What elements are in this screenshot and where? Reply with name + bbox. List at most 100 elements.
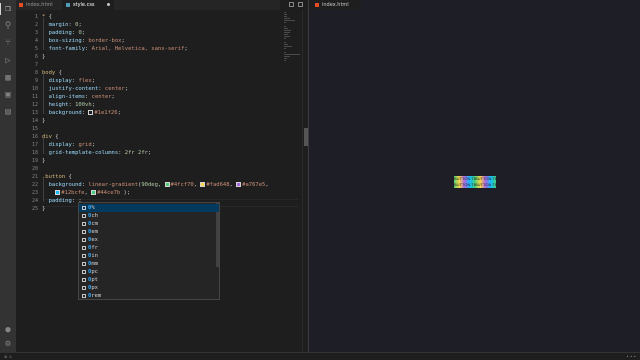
line-number: 5: [34, 46, 38, 52]
preview-button[interactable]: BUTTON TEXT: [475, 182, 496, 188]
line-number: 11: [31, 94, 38, 100]
suggest-item[interactable]: 0em: [79, 228, 219, 236]
color-swatch-icon[interactable]: [55, 190, 61, 195]
color-swatch-icon[interactable]: [236, 182, 242, 187]
suggest-item-label: 0pc: [88, 269, 98, 275]
color-swatch-icon[interactable]: [164, 182, 170, 187]
color-swatch-icon[interactable]: [88, 110, 94, 115]
code-line[interactable]: align-items: center;: [42, 93, 115, 101]
minimap-line: [284, 32, 290, 33]
unsaved-dot-icon[interactable]: [106, 3, 110, 6]
suggest-item[interactable]: 0fr: [79, 244, 219, 252]
code-line[interactable]: body {: [42, 69, 62, 77]
code-token: {: [58, 70, 62, 76]
split-editor-icon[interactable]: [298, 2, 303, 7]
code-token: background: [42, 182, 82, 188]
suggest-widget[interactable]: 0% 0ch 0cm 0em 0ex 0fr 0in 0mm 0pc 0pt 0px 0rem: [78, 202, 220, 300]
tab-style-css[interactable]: style.css: [62, 0, 114, 10]
line-number: 21: [31, 174, 38, 180]
suggest-item[interactable]: 0pt: [79, 276, 219, 284]
line-number: 4: [34, 38, 38, 44]
code-line[interactable]: #12bcfe, #44ce7b );: [42, 189, 130, 197]
minimap-line: [284, 14, 287, 15]
code-line[interactable]: box-sizing: border-box;: [42, 37, 125, 45]
line-number: 13: [31, 110, 38, 116]
testing-icon[interactable]: ▤: [3, 107, 13, 117]
remote-explorer-icon[interactable]: ▣: [3, 90, 13, 100]
color-swatch-icon[interactable]: [91, 190, 97, 195]
run-debug-icon[interactable]: ▷: [3, 56, 13, 66]
unit-value-icon: [82, 230, 86, 234]
code-line[interactable]: padding: ;: [42, 197, 82, 205]
suggest-item[interactable]: 0mm: [79, 260, 219, 268]
suggest-item[interactable]: 0px: [79, 284, 219, 292]
source-control-icon[interactable]: ⑂: [3, 38, 13, 48]
code-token: flex: [78, 78, 92, 84]
code-token: :: [81, 110, 89, 116]
code-editor[interactable]: 1 2 3 4 5 6 7 8 9 10 11 12 13 14 15 16 17 18 19 20 21 22 23 24 2…: [16, 10, 308, 352]
code-line[interactable]: * {: [42, 13, 52, 21]
line-number: 12: [31, 102, 38, 108]
minimap-line: [284, 26, 286, 27]
html-file-icon: [19, 2, 23, 7]
files-icon[interactable]: ❐: [3, 4, 13, 14]
code-line[interactable]: }: [42, 205, 45, 213]
code-line[interactable]: }: [42, 157, 45, 165]
code-token: ;: [91, 142, 95, 148]
line-number: 23: [31, 190, 38, 196]
search-icon[interactable]: ⚲: [3, 21, 13, 31]
extensions-icon[interactable]: ▦: [3, 73, 13, 83]
line-number: 2: [34, 22, 38, 28]
code-line[interactable]: }: [42, 53, 45, 61]
line-number: 3: [34, 30, 38, 36]
code-token: :: [85, 46, 92, 52]
tab-preview-index-html[interactable]: index.html: [309, 0, 361, 10]
code-token: ;: [121, 38, 125, 44]
code-line[interactable]: height: 100vh;: [42, 101, 95, 109]
suggest-item[interactable]: 0in: [79, 252, 219, 260]
minimap-line: [284, 46, 292, 47]
line-number: 15: [31, 126, 38, 132]
css-file-icon: [66, 2, 70, 7]
code-line[interactable]: display: grid;: [42, 141, 95, 149]
code-token: margin: [42, 22, 69, 28]
tab-index-html[interactable]: index.html: [19, 0, 59, 10]
code-token: display: [42, 142, 72, 148]
code-line[interactable]: display: flex;: [42, 77, 95, 85]
html-file-icon: [315, 2, 319, 7]
code-line[interactable]: .button {: [42, 173, 72, 181]
code-token: ;: [81, 30, 86, 36]
settings-gear-icon[interactable]: ⚙: [3, 339, 13, 349]
suggest-item[interactable]: 0cm: [79, 220, 219, 228]
suggest-item[interactable]: 0pc: [79, 268, 219, 276]
code-token: ,: [84, 190, 92, 196]
code-line[interactable]: }: [42, 117, 45, 125]
code-line[interactable]: background: linear-gradient(90deg, #4fcf…: [42, 181, 269, 189]
code-line[interactable]: padding: 0;: [42, 29, 85, 37]
code-line[interactable]: font-family: Arial, Helvetica, sans-seri…: [42, 45, 188, 53]
suggest-item-label: 0%: [88, 205, 95, 211]
suggest-item-label: 0pt: [88, 277, 98, 283]
line-number: 8: [34, 70, 38, 76]
code-token: ,: [157, 182, 165, 188]
suggest-item[interactable]: 0ex: [79, 236, 219, 244]
problems-indicator[interactable]: ⊗ ⚠: [4, 353, 12, 360]
suggest-item[interactable]: 0%: [79, 204, 219, 212]
code-token: align-items: [42, 94, 86, 100]
code-line[interactable]: grid-template-columns: 2fr 2fr;: [42, 149, 152, 157]
preview-button[interactable]: BUTTON TEXT: [454, 182, 475, 188]
code-line[interactable]: margin: 0;: [42, 21, 82, 29]
code-line[interactable]: justify-content: center;: [42, 85, 129, 93]
color-swatch-icon[interactable]: [200, 182, 206, 187]
code-line[interactable]: background: #1e1f26;: [42, 109, 121, 117]
code-token: box-sizing: [42, 38, 82, 44]
suggest-item[interactable]: 0rem: [79, 292, 219, 300]
code-line[interactable]: div {: [42, 133, 59, 141]
account-icon[interactable]: ●: [3, 325, 13, 335]
line-number: 6: [34, 54, 38, 60]
minimap-line: [284, 42, 286, 43]
open-preview-icon[interactable]: [289, 2, 294, 7]
code-token: linear-gradient: [88, 182, 139, 188]
suggest-item[interactable]: 0ch: [79, 212, 219, 220]
status-items[interactable]: • • •: [626, 353, 636, 360]
